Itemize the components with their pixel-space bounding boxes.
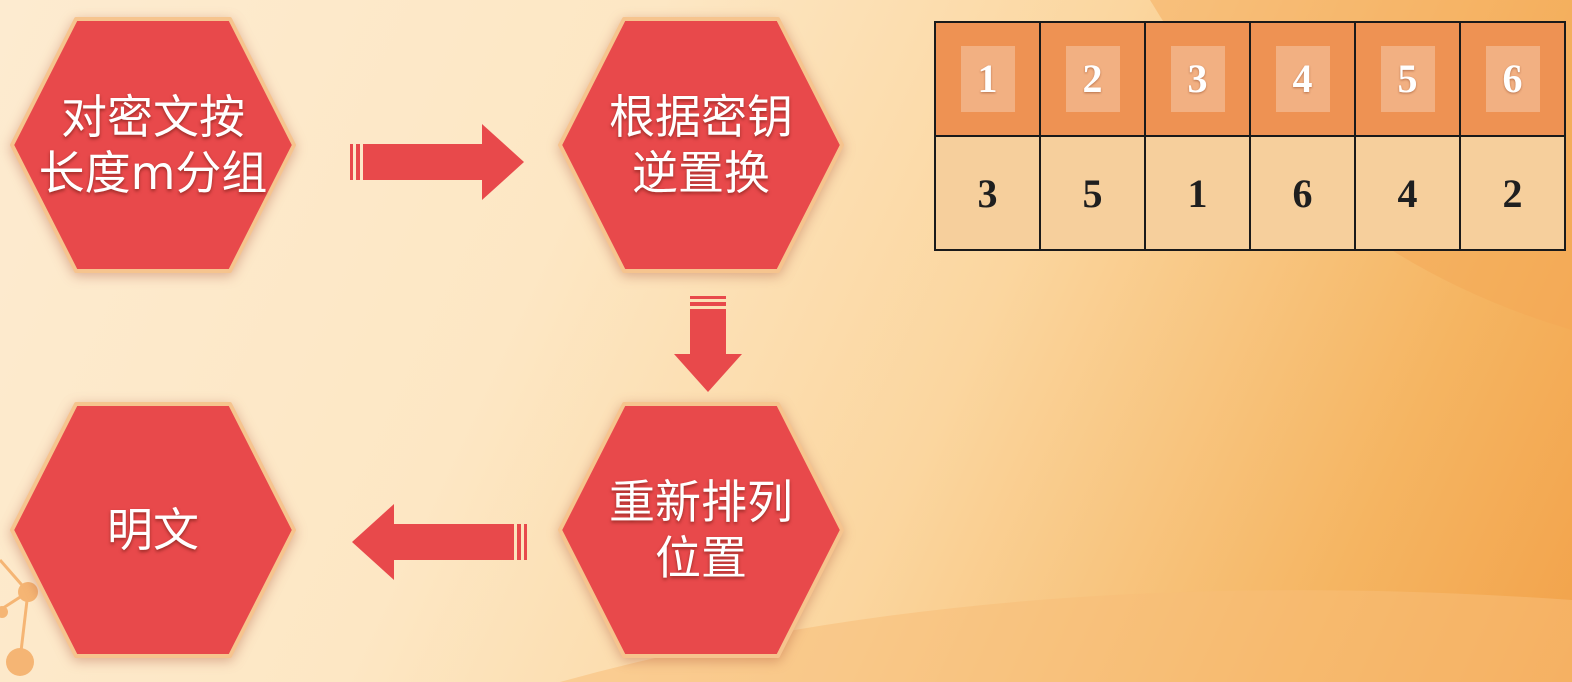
table-cell: 3 — [1144, 21, 1251, 137]
key-value: 5 — [1039, 135, 1146, 251]
key-value: 6 — [1249, 135, 1356, 251]
table-cell: 2 — [1039, 21, 1146, 137]
table-cell: 4 — [1249, 21, 1356, 137]
table-row-positions: 1 2 3 4 5 6 — [934, 21, 1566, 137]
hexagon-inverse-permute: 根据密钥 逆置换 — [556, 15, 846, 275]
position-value: 3 — [1170, 46, 1225, 112]
table-cell: 1 — [934, 21, 1041, 137]
step-plaintext-label: 明文 — [107, 503, 199, 557]
step-rearrange-label: 重新排列 位置 — [609, 475, 793, 585]
arrow-down-icon — [674, 296, 742, 392]
position-value: 2 — [1065, 46, 1120, 112]
position-value: 1 — [960, 46, 1015, 112]
hexagon-plaintext: 明文 — [8, 400, 298, 660]
position-value: 5 — [1380, 46, 1435, 112]
step-inverse-permute-label: 根据密钥 逆置换 — [609, 90, 793, 200]
position-value: 4 — [1275, 46, 1330, 112]
permutation-key-table: 1 2 3 4 5 6 3 5 1 6 4 2 — [934, 21, 1566, 251]
position-value: 6 — [1485, 46, 1540, 112]
step-group-ciphertext-label: 对密文按 长度m分组 — [38, 90, 268, 200]
arrow-right-icon — [350, 124, 524, 200]
hexagon-rearrange: 重新排列 位置 — [556, 400, 846, 660]
table-row-key: 3 5 1 6 4 2 — [934, 135, 1566, 251]
key-value: 4 — [1354, 135, 1461, 251]
hexagon-group-ciphertext: 对密文按 长度m分组 — [8, 15, 298, 275]
table-cell: 5 — [1354, 21, 1461, 137]
key-value: 3 — [934, 135, 1041, 251]
key-value: 1 — [1144, 135, 1251, 251]
key-value: 2 — [1459, 135, 1566, 251]
table-cell: 6 — [1459, 21, 1566, 137]
arrow-left-icon — [352, 504, 527, 580]
